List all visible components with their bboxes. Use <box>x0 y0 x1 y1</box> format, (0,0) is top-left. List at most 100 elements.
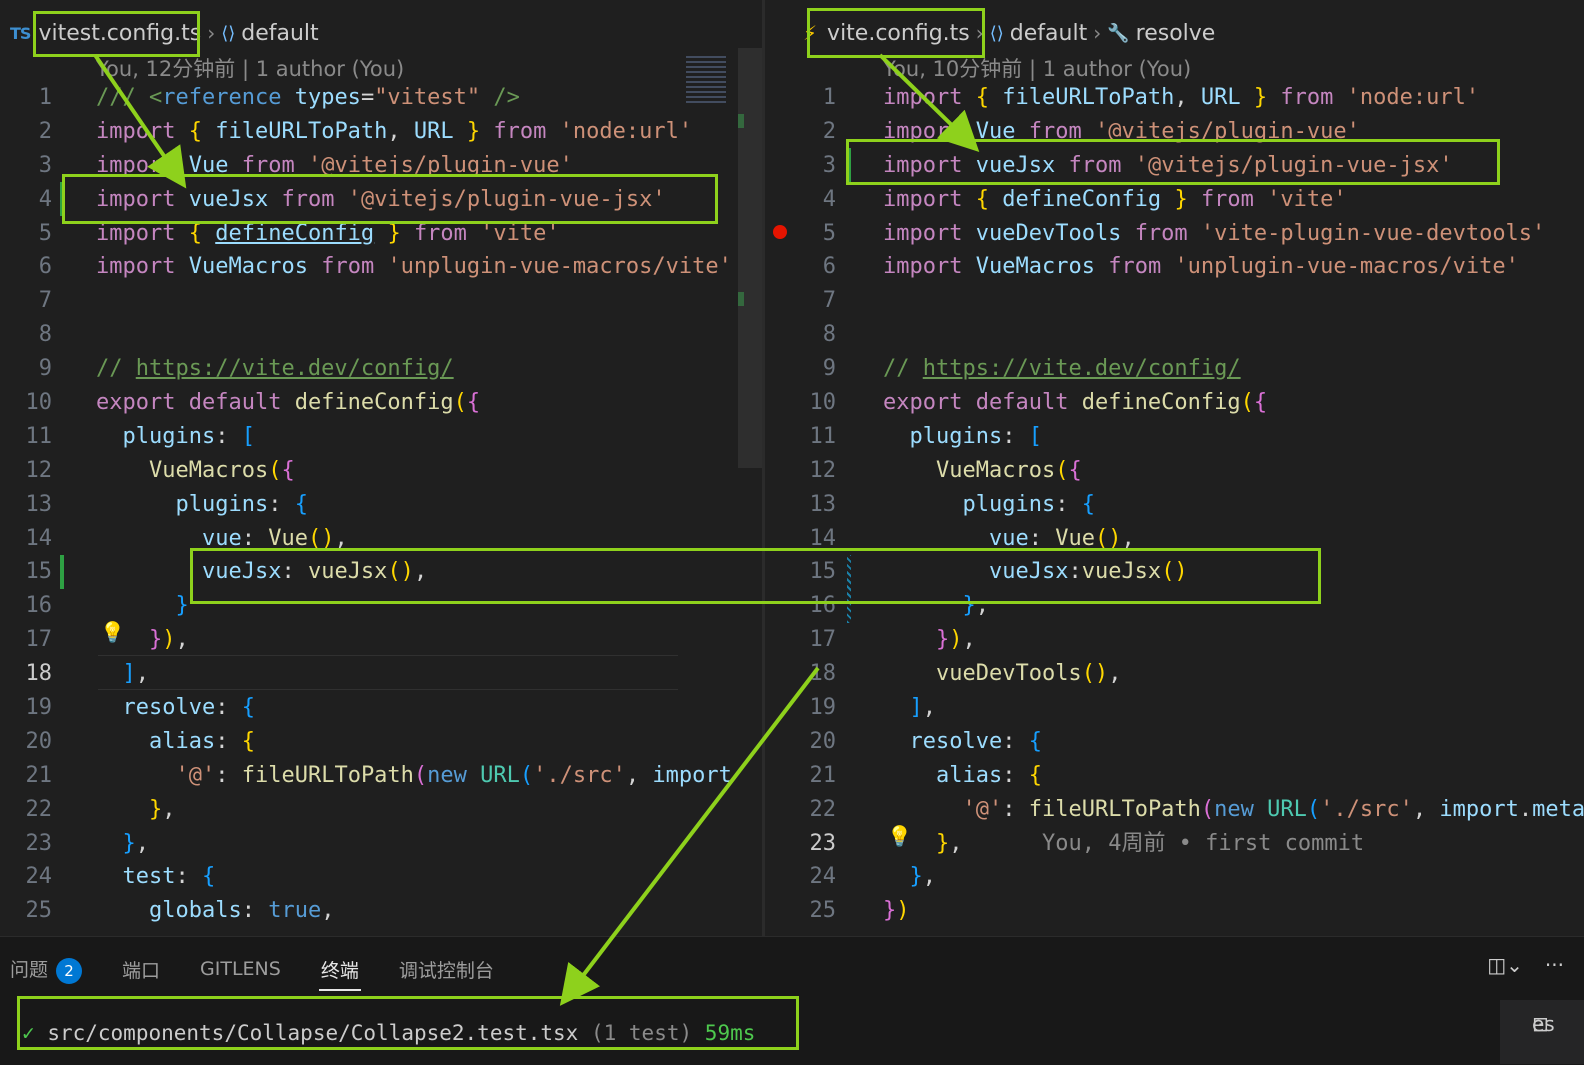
code-text[interactable]: test: { <box>96 860 216 894</box>
tab-ports[interactable]: 端口 <box>122 956 160 983</box>
code-text[interactable]: }, <box>883 860 937 894</box>
code-text[interactable]: export default defineConfig({ <box>96 386 480 420</box>
tab-problems[interactable]: 问题 2 <box>10 955 83 984</box>
code-line[interactable]: 14 vue: Vue(), <box>765 522 1584 556</box>
code-line[interactable]: 24 }, <box>765 860 1584 894</box>
code-text[interactable]: import Vue from '@vitejs/plugin-vue' <box>883 115 1360 149</box>
code-text[interactable]: plugins: [ <box>96 420 255 454</box>
code-line[interactable]: 20 alias: { <box>0 725 762 759</box>
code-text[interactable]: /// <reference types="vitest" /> <box>96 81 520 115</box>
code-line[interactable]: 5 import { defineConfig } from 'vite' <box>0 217 762 251</box>
line-number[interactable]: 11 <box>765 420 837 454</box>
line-number[interactable]: 9 <box>0 352 52 386</box>
codelens-blame[interactable]: You, 12分钟前 | 1 author (You) <box>96 53 404 83</box>
breadcrumb-symbol-resolve[interactable]: resolve <box>1136 21 1216 46</box>
code-text[interactable]: alias: { <box>96 725 255 759</box>
terminal-output[interactable]: ✓ src/components/Collapse/Collapse2.test… <box>22 1021 755 1045</box>
code-editor-right[interactable]: 1 import { fileURLToPath, URL } from 'nod… <box>765 81 1584 928</box>
line-number[interactable]: 3 <box>0 149 52 183</box>
code-text[interactable]: import vueJsx from '@vitejs/plugin-vue-j… <box>96 183 666 217</box>
code-line[interactable]: 12 VueMacros({ <box>765 454 1584 488</box>
code-line[interactable]: 9 // https://vite.dev/config/ <box>0 352 762 386</box>
line-number[interactable]: 18 <box>0 657 53 691</box>
code-line[interactable]: 4 import vueJsx from '@vitejs/plugin-vue-… <box>0 183 762 217</box>
code-text[interactable]: vueJsx:vueJsx() <box>883 555 1188 589</box>
code-text[interactable]: vue: Vue(), <box>883 522 1135 556</box>
line-number[interactable]: 7 <box>765 284 836 318</box>
line-number[interactable]: 16 <box>0 589 53 623</box>
code-line[interactable]: 8 <box>765 318 1584 352</box>
code-line[interactable]: 25}) <box>765 894 1584 928</box>
code-line[interactable]: 10 export default defineConfig({ <box>0 386 762 420</box>
code-line[interactable]: 11 plugins: [ <box>765 420 1584 454</box>
line-number[interactable]: 20 <box>765 725 837 759</box>
code-text[interactable]: plugins: [ <box>883 420 1042 454</box>
code-line[interactable]: 16 } <box>0 589 762 623</box>
code-text[interactable]: VueMacros({ <box>883 454 1082 488</box>
code-text[interactable]: }, You, 4周前 • first commit <box>883 827 1364 861</box>
more-actions-icon[interactable]: ··· <box>1545 953 1564 977</box>
line-number[interactable]: 1 <box>0 81 52 115</box>
breadcrumb-symbol-default[interactable]: default <box>241 21 318 46</box>
code-line[interactable]: 22 '@': fileURLToPath(new URL('./src', i… <box>765 793 1584 827</box>
code-text[interactable]: export default defineConfig({ <box>883 386 1267 420</box>
code-line[interactable]: 2 import Vue from '@vitejs/plugin-vue' <box>765 115 1584 149</box>
line-number[interactable]: 12 <box>0 454 53 488</box>
line-number[interactable]: 15 <box>0 555 53 589</box>
code-line[interactable]: 7 <box>0 284 762 318</box>
code-text[interactable]: import Vue from '@vitejs/plugin-vue' <box>96 149 573 183</box>
code-text[interactable]: } <box>96 589 188 623</box>
line-number[interactable]: 10 <box>0 386 53 420</box>
tab-debug-console[interactable]: 调试控制台 <box>399 956 494 983</box>
line-number[interactable]: 14 <box>0 522 53 556</box>
code-line[interactable]: 14 vue: Vue(), <box>0 522 762 556</box>
code-line[interactable]: 19 ], <box>765 691 1584 725</box>
code-text[interactable]: }), <box>883 623 976 657</box>
lightbulb-icon[interactable]: 💡 <box>100 620 125 644</box>
code-text[interactable]: vue: Vue(), <box>96 522 348 556</box>
line-number[interactable]: 18 <box>765 657 837 691</box>
code-text[interactable]: '@': fileURLToPath(new URL('./src', impo… <box>883 793 1584 827</box>
code-text[interactable]: ], <box>883 691 937 725</box>
line-number[interactable]: 2 <box>0 115 52 149</box>
terminal-list-item[interactable]: ⊡ es <box>1500 1000 1584 1064</box>
breadcrumb-symbol-default[interactable]: default <box>1010 21 1087 46</box>
line-number[interactable]: 1 <box>765 81 836 115</box>
code-text[interactable]: }) <box>883 894 910 928</box>
code-text[interactable]: import VueMacros from 'unplugin-vue-macr… <box>883 250 1519 284</box>
code-line[interactable]: 23 }, <box>0 827 762 861</box>
line-number[interactable]: 7 <box>0 284 52 318</box>
code-line[interactable]: 3 import Vue from '@vitejs/plugin-vue' <box>0 149 762 183</box>
code-line[interactable]: 21 alias: { <box>765 759 1584 793</box>
line-number[interactable]: 25 <box>0 894 53 928</box>
line-number[interactable]: 15 <box>765 555 837 589</box>
line-number[interactable]: 13 <box>0 488 53 522</box>
code-line[interactable]: 15 vueJsx: vueJsx(), <box>0 555 762 589</box>
code-text[interactable]: import { fileURLToPath, URL } from 'node… <box>96 115 692 149</box>
split-layout-icon[interactable]: ◫⌄ <box>1487 953 1523 977</box>
line-number[interactable]: 11 <box>0 420 53 454</box>
code-editor-left[interactable]: 1 /// <reference types="vitest" /> 2 import… <box>0 81 762 928</box>
code-line[interactable]: 16 }, <box>765 589 1584 623</box>
code-text[interactable]: '@': fileURLToPath(new URL('./src', impo… <box>96 759 731 793</box>
line-number[interactable]: 19 <box>0 691 53 725</box>
code-text[interactable]: }, <box>96 827 150 861</box>
breadcrumb-filename[interactable]: vite.config.ts <box>827 21 970 46</box>
code-line[interactable]: 11 plugins: [ <box>0 420 762 454</box>
line-number[interactable]: 3 <box>765 149 836 183</box>
code-text[interactable]: import { defineConfig } from 'vite' <box>96 217 560 251</box>
code-line[interactable]: 4 import { defineConfig } from 'vite' <box>765 183 1584 217</box>
line-number[interactable]: 21 <box>0 759 53 793</box>
code-text[interactable]: plugins: { <box>883 488 1094 522</box>
code-line[interactable]: 7 <box>765 284 1584 318</box>
codelens-blame[interactable]: You, 10分钟前 | 1 author (You) <box>883 53 1191 83</box>
code-text[interactable]: alias: { <box>883 759 1042 793</box>
code-line[interactable]: 17 }), <box>765 623 1584 657</box>
code-line[interactable]: 18 vueDevTools(), <box>765 657 1584 691</box>
code-line[interactable]: 19 resolve: { <box>0 691 762 725</box>
tab-terminal[interactable]: 终端 <box>318 956 361 991</box>
line-number[interactable]: 12 <box>765 454 837 488</box>
code-line[interactable]: 21 '@': fileURLToPath(new URL('./src', i… <box>0 759 762 793</box>
line-number[interactable]: 21 <box>765 759 837 793</box>
breadcrumb-filename[interactable]: vitest.config.ts <box>38 21 201 46</box>
